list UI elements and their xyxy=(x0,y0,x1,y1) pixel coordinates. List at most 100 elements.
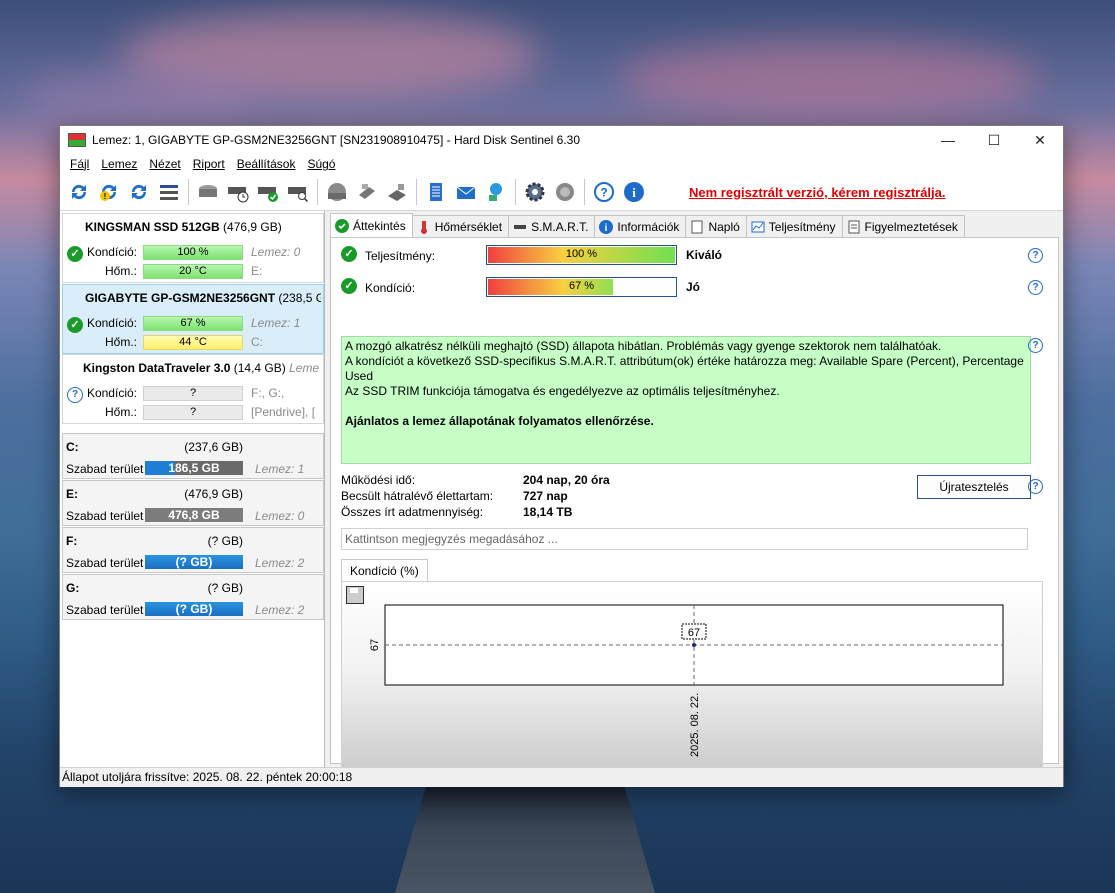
performance-rating: Kiváló xyxy=(686,248,723,262)
refresh-warning-icon[interactable]: ! xyxy=(96,179,122,205)
minimize-button[interactable]: — xyxy=(925,126,971,154)
volume-disk: Lemez: 0 xyxy=(255,509,305,523)
help-icon[interactable]: ? xyxy=(1028,479,1043,494)
tab-log[interactable]: Napló xyxy=(685,215,747,237)
tab-alerts[interactable]: Figyelmeztetések xyxy=(841,215,965,237)
volume-size: (? GB) xyxy=(207,581,243,595)
drive-search-icon[interactable] xyxy=(285,179,311,205)
tab-overview[interactable]: Áttekintés xyxy=(330,213,413,237)
toolbar-separator xyxy=(317,179,318,205)
disk-gray-icon[interactable] xyxy=(324,179,350,205)
disk-index: Lemez: 1 xyxy=(251,316,301,330)
tab-information[interactable]: i Információk xyxy=(594,215,687,237)
drive-type: [Pendrive], [ xyxy=(251,405,316,419)
performance-row: ✓ Teljesítmény: 100 % Kiváló xyxy=(341,245,1041,267)
detail-panel: Áttekintés Hőmérséklet S.M.A.R.T. i Infor… xyxy=(326,211,1063,779)
help-icon[interactable]: ? xyxy=(1028,280,1043,295)
drive-letters: F:, G:, xyxy=(251,386,285,400)
free-space-label: Szabad terület xyxy=(66,556,144,570)
free-space-bar: (? GB) xyxy=(145,555,243,569)
help-icon[interactable]: ? xyxy=(1028,338,1043,353)
volume-size: (476,9 GB) xyxy=(184,487,243,501)
status-bar: Állapot utoljára frissítve: 2025. 08. 22… xyxy=(60,767,1063,787)
health-chart: 67 67 2025. 08. 22. xyxy=(369,604,1004,757)
tab-bar: Áttekintés Hőmérséklet S.M.A.R.T. i Infor… xyxy=(330,213,965,237)
tab-temperature[interactable]: Hőmérséklet xyxy=(411,215,510,237)
tab-label: Hőmérséklet xyxy=(434,219,503,234)
tab-label: Áttekintés xyxy=(353,218,406,233)
drive-check-icon[interactable] xyxy=(255,179,281,205)
check-icon xyxy=(335,218,349,233)
refresh-all-icon[interactable] xyxy=(126,179,152,205)
volume-disk: Lemez: 2 xyxy=(255,556,305,570)
free-space-label: Szabad terület xyxy=(66,603,144,617)
settings-gear-icon[interactable] xyxy=(522,179,548,205)
svg-text:!: ! xyxy=(104,192,107,201)
health-label: Kondíció: xyxy=(86,316,137,330)
help-icon[interactable]: ? xyxy=(1028,248,1043,263)
performance-label: Teljesítmény: xyxy=(365,249,436,263)
disk-index: Lemez: 0 xyxy=(251,245,301,259)
disk-list-icon[interactable] xyxy=(156,179,182,205)
toolbar: ! ? i Nem regisztrált verzió, kérem regi… xyxy=(60,174,1063,211)
written-row: Összes írt adatmennyiség: 18,14 TB xyxy=(341,505,741,521)
written-value: 18,14 TB xyxy=(523,505,573,519)
health-row: Kondíció: 67 % Lemez: 1 xyxy=(63,315,323,331)
menu-view[interactable]: Nézet xyxy=(143,157,186,171)
maximize-button[interactable]: ☐ xyxy=(971,126,1017,154)
volume-entry[interactable]: F: (? GB) Szabad terület (? GB) Lemez: 2 xyxy=(62,527,324,573)
drive-icon[interactable] xyxy=(195,179,221,205)
volume-size: (237,6 GB) xyxy=(184,440,243,454)
tab-smart[interactable]: S.M.A.R.T. xyxy=(508,215,596,237)
volume-entry[interactable]: E: (476,9 GB) Szabad terület 476,8 GB Le… xyxy=(62,480,324,526)
health-value: 67 % xyxy=(568,280,595,292)
unregistered-link[interactable]: Nem regisztrált verzió, kérem regisztrál… xyxy=(689,185,946,200)
disk-entry[interactable]: Kingston DataTraveler 3.0 (14,4 GB) Leme… xyxy=(62,354,324,424)
disk-list-panel: KINGSMAN SSD 512GB (476,9 GB) ✓ Kondíció… xyxy=(60,211,325,767)
note-input[interactable]: Kattintson megjegyzés megadásához ... xyxy=(341,528,1028,550)
menu-file[interactable]: Fájl xyxy=(64,157,95,171)
chart-icon xyxy=(751,220,765,234)
status-ok-icon: ✓ xyxy=(341,246,357,262)
refresh-icon[interactable] xyxy=(66,179,92,205)
menu-help[interactable]: Súgó xyxy=(301,157,341,171)
temp-row: Hőm.: 20 °C E: xyxy=(63,263,323,279)
volume-entry[interactable]: G: (? GB) Szabad terület (? GB) Lemez: 2 xyxy=(62,574,324,620)
report-icon[interactable] xyxy=(423,179,449,205)
menu-settings[interactable]: Beállítások xyxy=(231,157,302,171)
tab-label: Figyelmeztetések xyxy=(864,219,958,234)
temp-bar: 44 °C xyxy=(143,335,243,350)
speaker-icon[interactable] xyxy=(552,179,578,205)
health-bar: 67 % xyxy=(143,316,243,331)
usb-drive-icon[interactable] xyxy=(354,179,380,205)
close-button[interactable]: ✕ xyxy=(1017,126,1063,154)
lifetime-row: Becsült hátralévő élettartam: 727 nap xyxy=(341,489,741,505)
tab-performance[interactable]: Teljesítmény xyxy=(745,215,843,237)
volume-entry[interactable]: C: (237,6 GB) Szabad terület 186,5 GB Le… xyxy=(62,433,324,479)
disk-entry[interactable]: GIGABYTE GP-GSM2NE3256GNT (238,5 GB) ✓ K… xyxy=(62,284,324,354)
wallpaper-cloud xyxy=(620,40,1040,120)
drive-clock-icon[interactable] xyxy=(225,179,251,205)
info-icon[interactable]: i xyxy=(621,179,647,205)
overview-content: ✓ Teljesítmény: 100 % Kiváló ? ✓ Kondíci… xyxy=(330,237,1059,779)
menu-disk[interactable]: Lemez xyxy=(95,157,143,171)
mail-icon[interactable] xyxy=(453,179,479,205)
info-icon: i xyxy=(599,219,614,234)
menu-report[interactable]: Riport xyxy=(187,157,231,171)
health-bar: 67 % xyxy=(486,277,677,297)
free-space-label: Szabad terület xyxy=(66,462,144,476)
temp-row: Hőm.: ? [Pendrive], [ xyxy=(63,404,323,420)
disk-entry[interactable]: KINGSMAN SSD 512GB (476,9 GB) ✓ Kondíció… xyxy=(62,213,324,283)
network-icon[interactable] xyxy=(483,179,509,205)
title-bar[interactable]: Lemez: 1, GIGABYTE GP-GSM2NE3256GNT [SN2… xyxy=(60,126,1063,154)
thermometer-icon xyxy=(417,220,431,234)
disk-title: GIGABYTE GP-GSM2NE3256GNT (238,5 GB) xyxy=(85,291,321,305)
volume-disk: Lemez: 1 xyxy=(255,462,305,476)
chart-tab-health[interactable]: Kondíció (%) xyxy=(341,559,428,582)
help-icon[interactable]: ? xyxy=(591,179,617,205)
document-warning-icon xyxy=(847,220,861,234)
retest-button[interactable]: Újratesztelés xyxy=(917,475,1031,499)
external-drive-icon[interactable] xyxy=(384,179,410,205)
written-label: Összes írt adatmennyiség: xyxy=(341,505,484,519)
document-icon xyxy=(690,220,704,234)
